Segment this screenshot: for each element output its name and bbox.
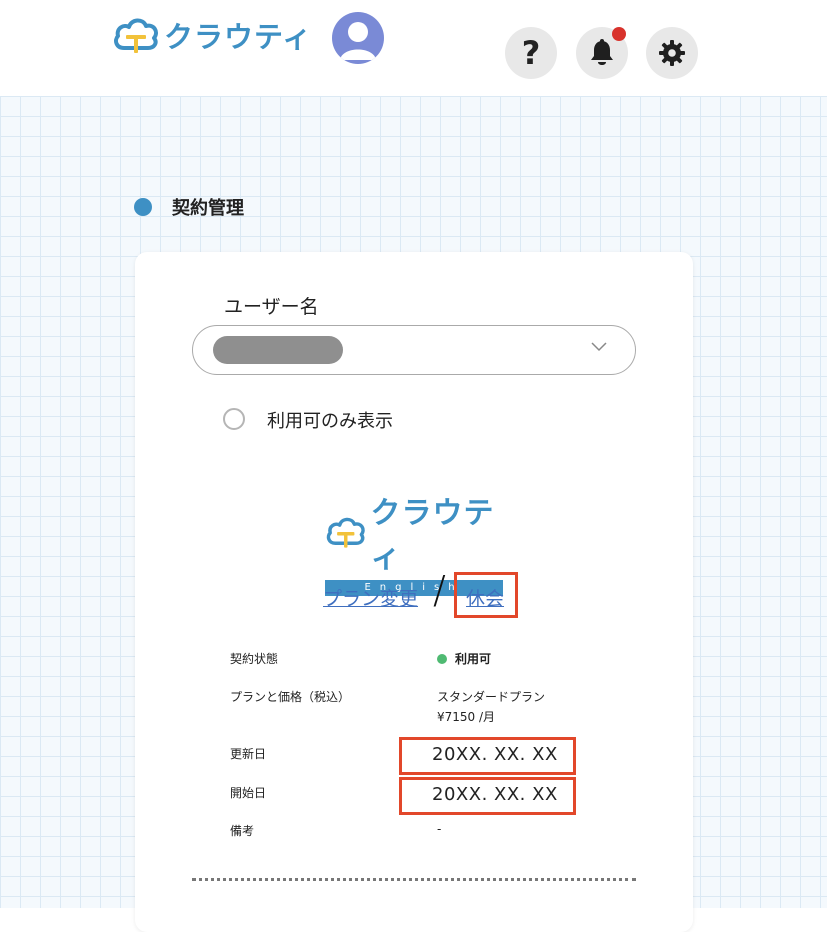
user-select-value	[213, 336, 343, 364]
start-date-label: 開始日	[230, 786, 267, 800]
notes-value: -	[437, 822, 442, 836]
bell-icon	[591, 39, 613, 65]
available-only-radio[interactable]	[223, 408, 245, 430]
notes-label: 備考	[230, 824, 255, 838]
gear-icon	[659, 40, 685, 66]
section-bullet-icon	[134, 198, 152, 216]
avatar[interactable]	[332, 12, 384, 64]
available-only-label: 利用可のみ表示	[267, 411, 393, 432]
chevron-down-icon	[591, 342, 607, 352]
suspend-link[interactable]: 休会	[466, 584, 504, 611]
user-select[interactable]	[192, 325, 636, 375]
logo-text: クラウティ	[164, 20, 313, 54]
settings-button[interactable]	[646, 27, 698, 79]
notification-badge	[612, 27, 626, 41]
cloud-logo-icon	[114, 18, 158, 53]
user-name-label: ユーザー名	[224, 296, 319, 318]
user-avatar-icon	[340, 22, 376, 60]
status-label: 契約状態	[230, 652, 279, 666]
dotted-divider	[192, 878, 636, 881]
help-button[interactable]: ?	[505, 27, 557, 79]
plan-label: プランと価格（税込）	[230, 690, 351, 704]
start-date-value: 20XX. XX. XX	[432, 784, 558, 805]
renewal-date-value: 20XX. XX. XX	[432, 744, 558, 765]
status-badge: 利用可	[437, 650, 491, 667]
status-value: 利用可	[455, 652, 492, 666]
help-icon: ?	[521, 34, 541, 72]
status-dot-icon	[437, 653, 447, 664]
section-title: 契約管理	[172, 198, 244, 219]
plan-price: ¥7150 /月	[437, 710, 496, 724]
renewal-date-label: 更新日	[230, 747, 267, 761]
plan-change-link[interactable]: プラン変更	[323, 584, 418, 611]
product-logo-text: クラウティ	[370, 496, 495, 575]
plan-name: スタンダードプラン	[437, 690, 546, 704]
link-separator: /	[433, 568, 446, 612]
cloud-logo-icon	[326, 517, 365, 548]
app-header: クラウティ ?	[0, 0, 827, 96]
section-heading: 契約管理	[134, 194, 244, 220]
app-logo[interactable]: クラウティ	[112, 14, 312, 56]
